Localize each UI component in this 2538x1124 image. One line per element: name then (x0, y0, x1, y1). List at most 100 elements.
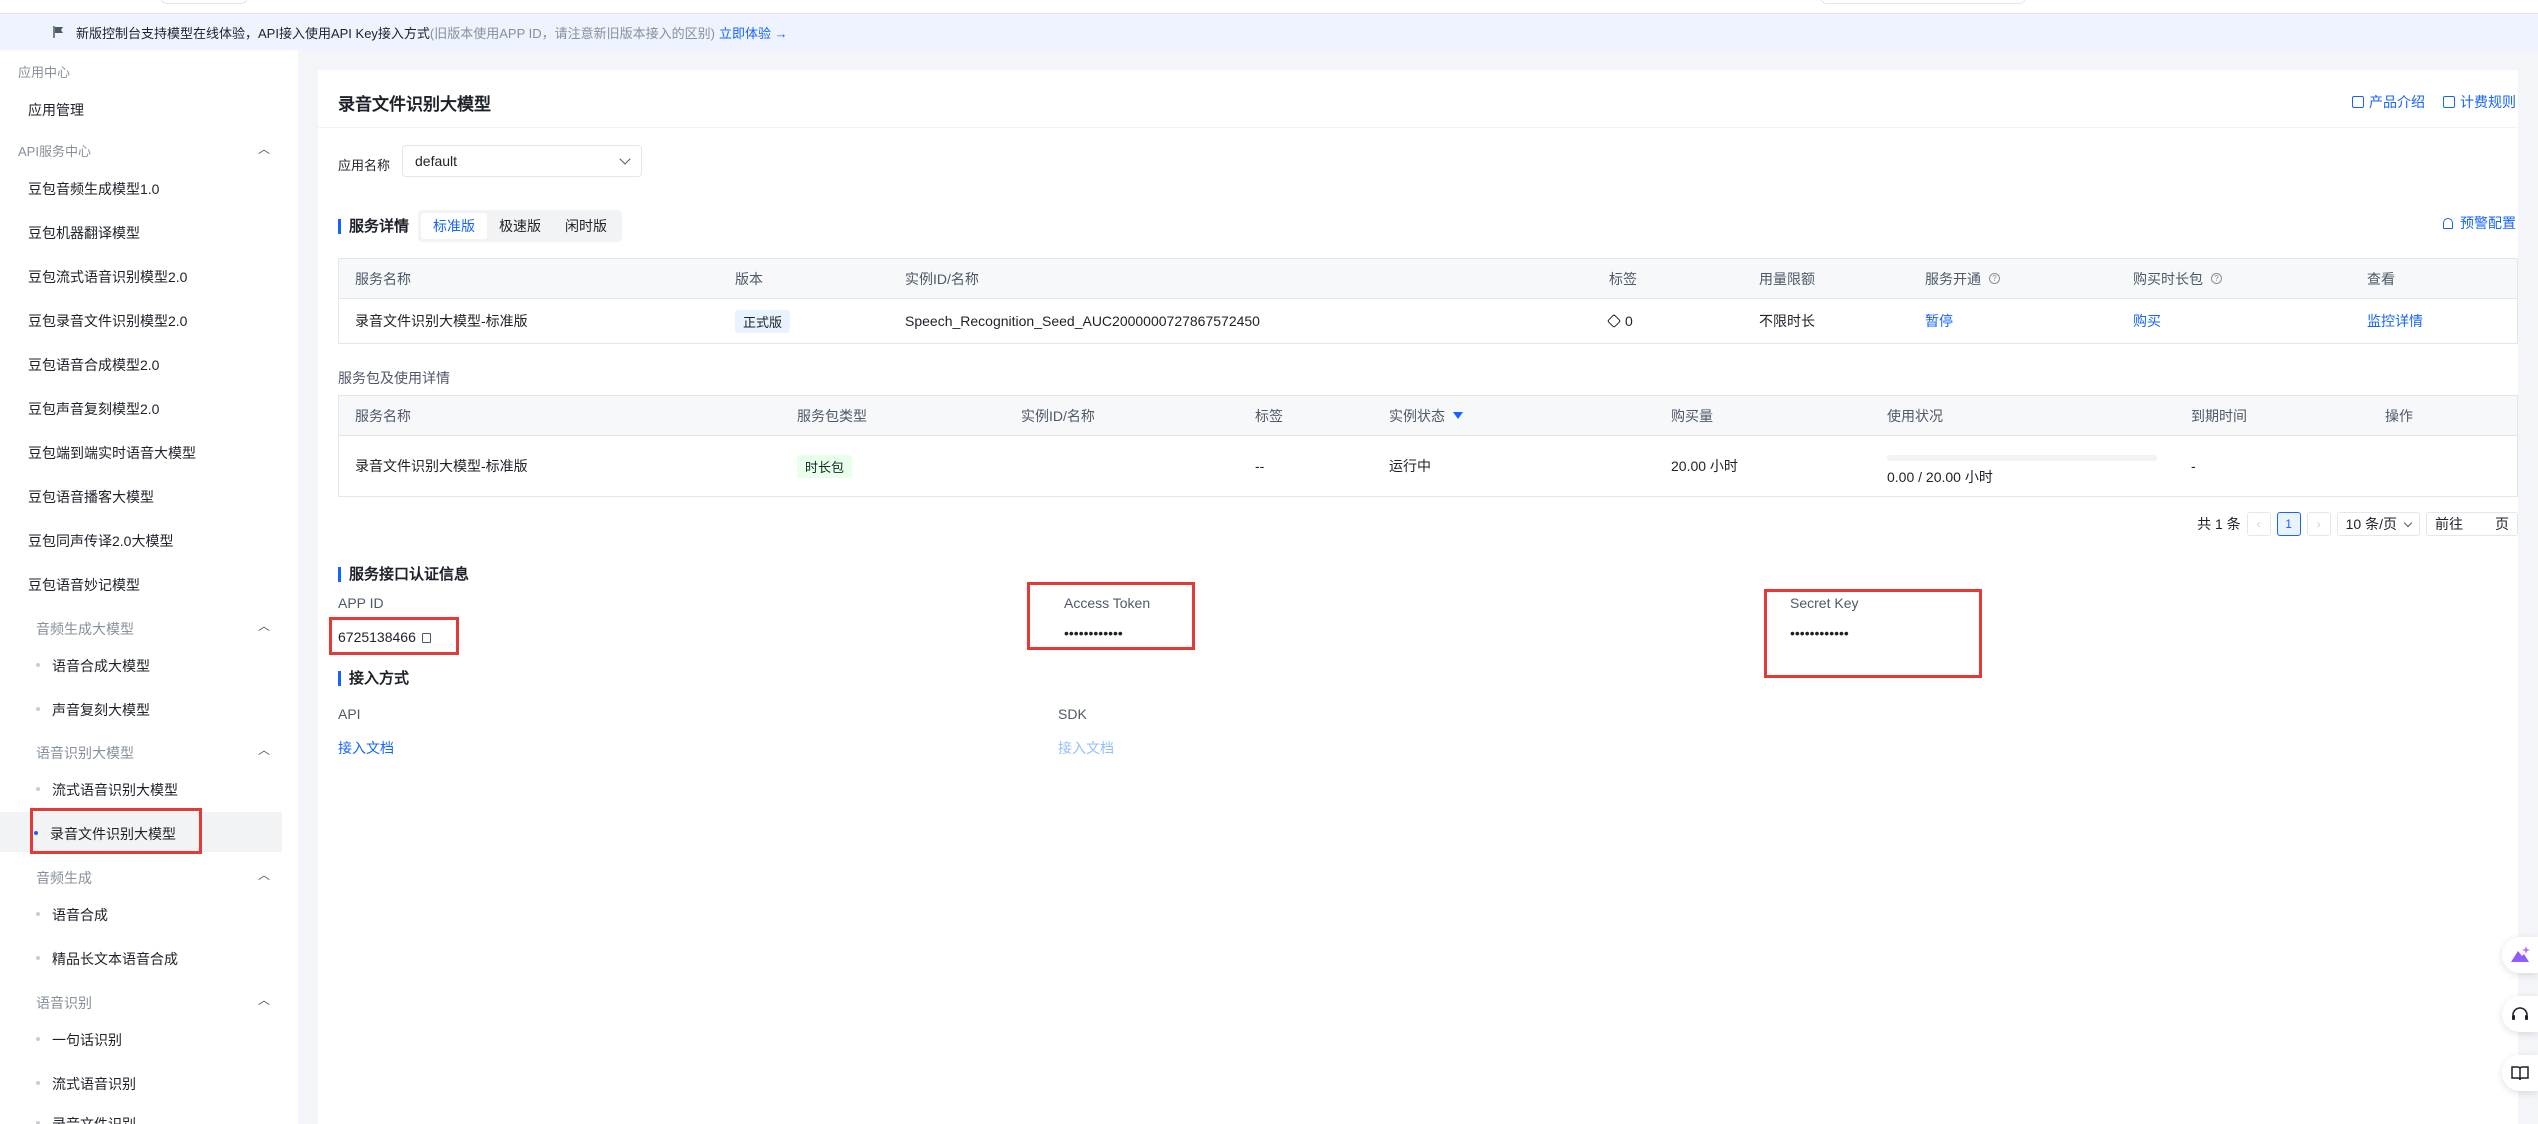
sidebar-item[interactable]: 豆包语音合成模型2.0 (28, 355, 159, 375)
goto-page-input[interactable]: 前往 页 (2426, 512, 2518, 536)
title-divider (318, 127, 2518, 128)
alarm-config-link[interactable]: 预警配置 (2443, 213, 2516, 233)
sidebar-item[interactable]: 豆包端到端实时语音大模型 (28, 443, 196, 463)
sidebar-group-asr[interactable]: 语音识别 (36, 993, 92, 1013)
cell-package-type: 时长包 (797, 436, 853, 496)
sidebar-subitem[interactable]: 声音复刻大模型 (36, 700, 150, 720)
top-pill-left[interactable] (160, 0, 248, 4)
sidebar-subitem-label: 精品长文本语音合成 (52, 951, 178, 967)
chevron-up-icon[interactable]: ︿ (258, 991, 270, 1008)
sidebar-item[interactable]: 豆包录音文件识别模型2.0 (28, 311, 187, 331)
cell-amount: 20.00 小时 (1671, 458, 1738, 474)
cell-tags: -- (1255, 458, 1265, 474)
sidebar-subitem-label: 一句话识别 (52, 1032, 122, 1048)
pager-total: 共 1 条 (2197, 516, 2241, 532)
billing-icon (2443, 96, 2455, 108)
cell-status: 运行中 (1389, 458, 1431, 474)
sdk-docs-link[interactable]: 接入文档 (1058, 738, 1114, 758)
next-page-button[interactable]: › (2306, 512, 2331, 536)
chevron-up-icon[interactable]: ︿ (258, 140, 270, 157)
docs-float-button[interactable] (2502, 1055, 2538, 1091)
page-size-value: 10 条/页 (2345, 516, 2397, 532)
sidebar-group-asr-big[interactable]: 语音识别大模型 (36, 743, 134, 763)
header-cell-status: 实例状态 (1389, 396, 1463, 435)
monitor-details-link[interactable]: 监控详情 (2367, 299, 2423, 343)
sidebar-subitem-label: 流式语音识别 (52, 1076, 136, 1092)
tag-icon (1606, 313, 1622, 329)
sidebar-subitem[interactable]: 流式语音识别大模型 (36, 780, 178, 800)
sidebar-item[interactable]: 豆包语音播客大模型 (28, 487, 154, 507)
page-size-select[interactable]: 10 条/页 (2336, 512, 2420, 536)
header-cell: 实例ID/名称 (905, 270, 979, 287)
document-icon (2352, 96, 2364, 108)
product-intro-link[interactable]: 产品介绍 (2352, 92, 2425, 112)
table-header: 服务名称 服务包类型 实例ID/名称 标签 实例状态 购买量 使用状况 到期时间… (339, 396, 2517, 436)
support-float-button[interactable] (2502, 996, 2538, 1032)
sidebar-section-api[interactable]: API服务中心 (18, 141, 91, 160)
version-tag: 正式版 (735, 309, 791, 333)
buy-link[interactable]: 购买 (2133, 299, 2161, 343)
sidebar-item[interactable]: 豆包语音妙记模型 (28, 575, 140, 595)
sidebar-item[interactable]: 豆包音频生成模型1.0 (28, 179, 159, 199)
cell-limit: 不限时长 (1759, 313, 1815, 329)
sidebar-item-app-manage[interactable]: 应用管理 (28, 100, 84, 120)
chevron-up-icon[interactable]: ︿ (258, 741, 270, 758)
sidebar-subitem-label: 语音合成大模型 (52, 658, 150, 674)
app-name-select[interactable]: default (402, 145, 642, 177)
sidebar-subitem[interactable]: 语音合成大模型 (36, 656, 150, 676)
help-icon[interactable]: ? (2211, 273, 2222, 284)
api-docs-link[interactable]: 接入文档 (338, 738, 394, 758)
prev-page-button[interactable]: ‹ (2246, 512, 2271, 536)
tab-idle[interactable]: 闲时版 (553, 213, 619, 239)
cell-service-name: 录音文件识别大模型-标准版 (355, 458, 528, 474)
header-cell: 使用状况 (1887, 407, 1943, 424)
sidebar-group-audio-gen[interactable]: 音频生成大模型 (36, 619, 134, 639)
tag-count: 0 (1625, 313, 1633, 329)
section-auth: 服务接口认证信息 (338, 567, 469, 582)
highlight-box-secret-key (1764, 589, 1982, 678)
bullet-icon (36, 912, 40, 917)
sidebar-item[interactable]: 豆包流式语音识别模型2.0 (28, 267, 187, 287)
cell-tags[interactable]: 0 (1606, 299, 1633, 343)
sidebar-subitem[interactable]: 语音合成 (36, 905, 108, 925)
sidebar-item[interactable]: 豆包声音复刻模型2.0 (28, 399, 159, 419)
pagination: 共 1 条 ‹ 1 › 10 条/页 前往 页 (2197, 512, 2518, 536)
pause-link[interactable]: 暂停 (1925, 299, 1953, 343)
header-cell: 标签 (1255, 407, 1283, 424)
page-button-current[interactable]: 1 (2276, 512, 2301, 536)
bullet-icon (36, 1081, 40, 1086)
chevron-up-icon[interactable]: ︿ (258, 866, 270, 883)
header-cell-buy-package: 购买时长包? (2133, 259, 2222, 298)
sidebar-subitem[interactable]: 流式语音识别 (36, 1074, 136, 1094)
header-cell: 查看 (2367, 270, 2395, 287)
help-icon[interactable]: ? (1989, 273, 2000, 284)
notice-text: 新版控制台支持模型在线体验，API接入使用API Key接入方式 (76, 25, 430, 41)
top-search-pill[interactable] (1820, 0, 2026, 4)
sidebar-subitem[interactable]: 精品长文本语音合成 (36, 949, 178, 969)
highlight-box-sidebar (30, 808, 202, 854)
sidebar-item[interactable]: 豆包机器翻译模型 (28, 223, 140, 243)
sidebar-subitem-label: 流式语音识别大模型 (52, 782, 178, 798)
tab-fast[interactable]: 极速版 (487, 213, 553, 239)
header-cell: 实例ID/名称 (1021, 407, 1095, 424)
sidebar-subitem[interactable]: 录音文件识别 (36, 1114, 136, 1124)
filter-icon[interactable] (1453, 412, 1463, 419)
highlight-box-app-id (329, 617, 459, 655)
notice-banner: 新版控制台支持模型在线体验，API接入使用API Key接入方式 (旧版本使用A… (0, 14, 2538, 50)
sidebar-subitem[interactable]: 一句话识别 (36, 1030, 122, 1050)
sidebar-group-audio[interactable]: 音频生成 (36, 868, 92, 888)
billing-rules-label: 计费规则 (2460, 94, 2516, 110)
header-cell: 到期时间 (2191, 407, 2247, 424)
notice-link[interactable]: 立即体验 → (719, 23, 788, 42)
headset-icon (2512, 1007, 2528, 1020)
assistant-float-button[interactable] (2502, 937, 2538, 973)
billing-rules-link[interactable]: 计费规则 (2443, 92, 2516, 112)
cell-version: 正式版 (735, 299, 791, 343)
chevron-up-icon[interactable]: ︿ (258, 617, 270, 634)
sidebar-item[interactable]: 豆包同声传译2.0大模型 (28, 531, 173, 551)
app-id-label: APP ID (338, 595, 384, 611)
goto-label: 前往 (2435, 516, 2463, 532)
tab-standard[interactable]: 标准版 (421, 213, 487, 239)
packages-label: 服务包及使用详情 (338, 370, 450, 386)
cell-service-name: 录音文件识别大模型-标准版 (355, 313, 528, 329)
